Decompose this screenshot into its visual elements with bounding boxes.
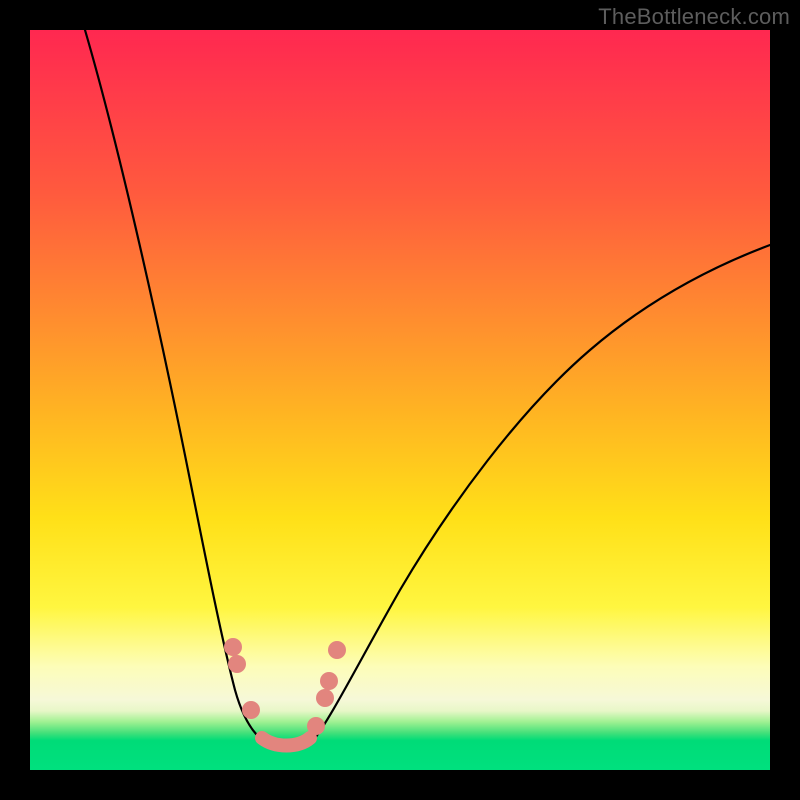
curve-right-branch [312, 245, 770, 742]
curve-layer [30, 30, 770, 770]
marker-dot [328, 641, 346, 659]
curve-left-branch [85, 30, 268, 744]
marker-dot [242, 701, 260, 719]
marker-dot [316, 689, 334, 707]
plot-area [30, 30, 770, 770]
watermark-text: TheBottleneck.com [598, 4, 790, 30]
marker-dot [228, 655, 246, 673]
chart-frame: TheBottleneck.com [0, 0, 800, 800]
marker-dot [224, 638, 242, 656]
marker-flat [262, 738, 310, 746]
marker-dot [320, 672, 338, 690]
marker-dot [307, 717, 325, 735]
